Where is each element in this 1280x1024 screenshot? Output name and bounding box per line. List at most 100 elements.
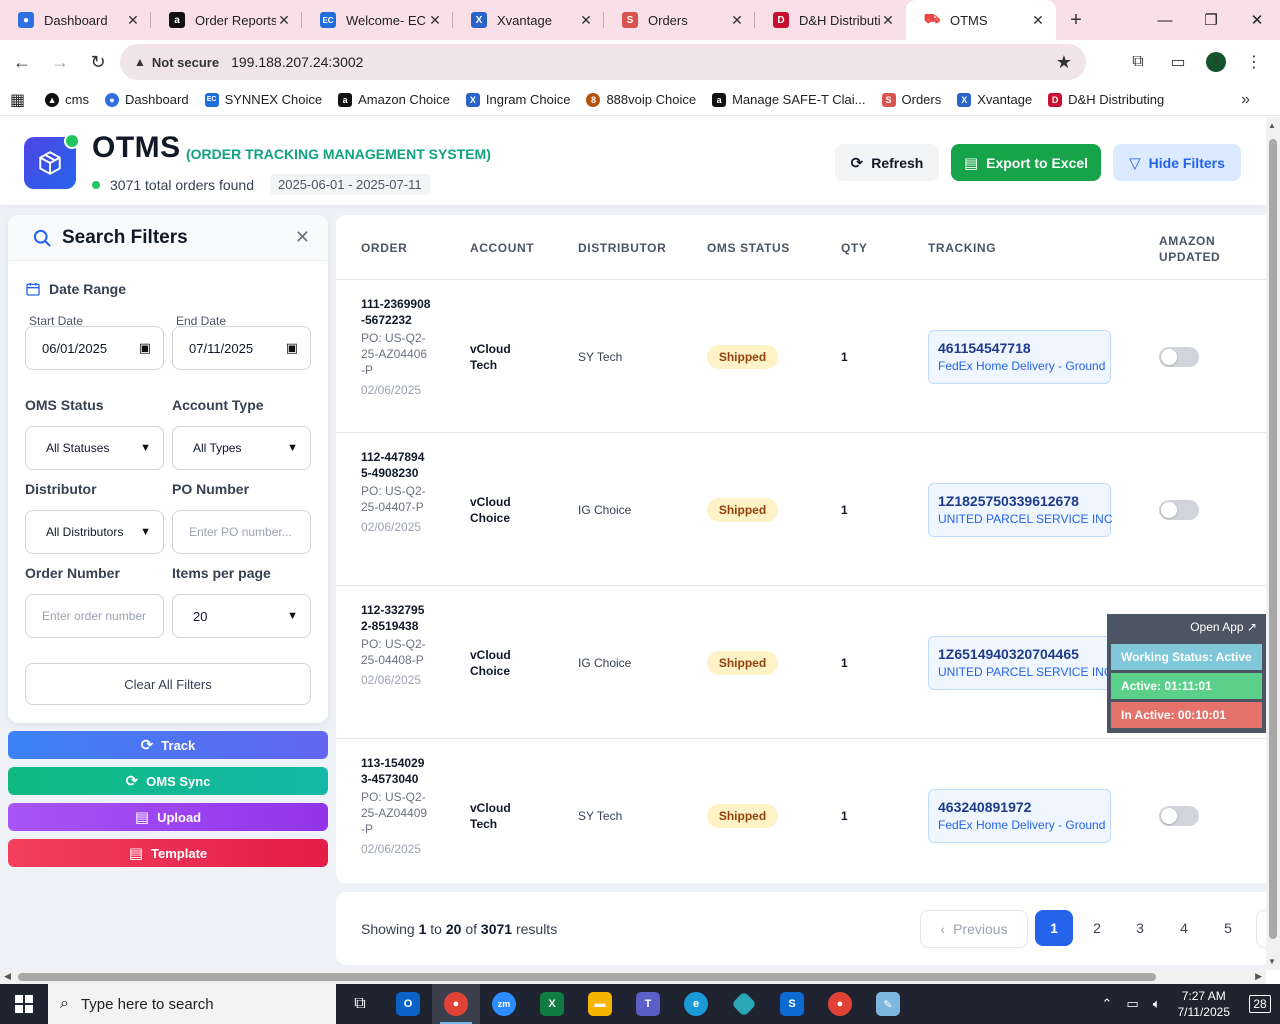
order-number[interactable]: 111-2369908-5672232 <box>361 296 431 328</box>
previous-page-button[interactable]: ‹ Previous <box>920 910 1028 948</box>
po-number-input[interactable]: Enter PO number... <box>172 510 311 554</box>
oms-status-select[interactable]: All Statuses ▼ <box>25 426 164 470</box>
apps-grid-icon[interactable]: ▦ <box>10 90 25 110</box>
app-s-icon[interactable]: S <box>768 984 816 1024</box>
hide-filters-button[interactable]: ▽ Hide Filters <box>1113 144 1241 181</box>
teams-icon[interactable]: T <box>624 984 672 1024</box>
close-icon[interactable]: ✕ <box>427 12 443 29</box>
calendar-picker-icon[interactable]: ▣ <box>286 340 298 356</box>
task-view-icon[interactable]: ⧉ <box>336 984 384 1024</box>
bookmarks-overflow-icon[interactable]: » <box>1241 91 1250 109</box>
tracking-card[interactable]: 1Z1825750339612678 UNITED PARCEL SERVICE… <box>928 483 1112 537</box>
tracking-card[interactable]: 463240891972 FedEx Home Delivery - Groun… <box>928 789 1111 843</box>
restore-icon[interactable]: ❐ <box>1188 0 1234 40</box>
table-row[interactable]: 112-4478945-4908230 PO: US-Q2-25-04407-P… <box>336 433 1266 586</box>
scroll-right-icon[interactable]: ▶ <box>1255 971 1262 982</box>
bookmark-star-icon[interactable]: ★ <box>1056 52 1072 73</box>
order-number-input[interactable]: Enter order number <box>25 594 164 638</box>
media-icon[interactable]: ▭ <box>1158 44 1198 80</box>
col-tracking[interactable]: TRACKING <box>928 241 996 255</box>
outlook-icon[interactable]: O <box>384 984 432 1024</box>
page-2-button[interactable]: 2 <box>1078 910 1116 946</box>
template-button[interactable]: ▤ Template <box>8 839 328 867</box>
file-explorer-icon[interactable]: ▬ <box>576 984 624 1024</box>
col-amazon-updated[interactable]: AMAZON UPDATED <box>1159 233 1220 265</box>
page-4-button[interactable]: 4 <box>1165 910 1203 946</box>
scroll-thumb[interactable] <box>1269 139 1277 939</box>
calendar-picker-icon[interactable]: ▣ <box>139 340 151 356</box>
vertical-scrollbar[interactable]: ▲ ▼ <box>1266 117 1280 970</box>
app-pen-icon[interactable]: ✎ <box>864 984 912 1024</box>
close-icon[interactable]: ✕ <box>125 12 141 29</box>
tracking-number[interactable]: 1Z1825750339612678 <box>938 493 1110 509</box>
tracking-card[interactable]: 1Z6514940320704465 UNITED PARCEL SERVICE… <box>928 636 1112 690</box>
chrome-profile-icon[interactable]: ● <box>816 984 864 1024</box>
tracking-card[interactable]: 461154547718 FedEx Home Delivery - Groun… <box>928 330 1111 384</box>
col-qty[interactable]: QTY <box>841 241 867 255</box>
zoom-icon[interactable]: zm <box>480 984 528 1024</box>
bookmark-amazon[interactable]: a Amazon Choice <box>338 92 450 107</box>
amazon-updated-toggle[interactable] <box>1159 500 1199 520</box>
close-icon[interactable]: ✕ <box>729 12 745 29</box>
page-3-button[interactable]: 3 <box>1121 910 1159 946</box>
new-tab-button[interactable]: + <box>1056 0 1096 40</box>
oms-sync-button[interactable]: ⟳ OMS Sync <box>8 767 328 795</box>
tracking-number[interactable]: 1Z6514940320704465 <box>938 646 1110 662</box>
volume-icon[interactable]: 🔈︎ <box>1153 996 1161 1012</box>
edge-icon[interactable]: e <box>672 984 720 1024</box>
close-window-icon[interactable]: ✕ <box>1234 0 1280 40</box>
end-date-input[interactable]: 07/11/2025 ▣ <box>172 326 311 370</box>
network-icon[interactable]: ▭ <box>1126 996 1138 1012</box>
bookmark-888voip[interactable]: 8 888voip Choice <box>586 92 696 107</box>
menu-kebab-icon[interactable]: ⋮ <box>1234 44 1274 80</box>
tracking-number[interactable]: 461154547718 <box>938 340 1110 356</box>
close-icon[interactable]: ✕ <box>578 12 594 29</box>
horizontal-scrollbar[interactable]: ◀ ▶ <box>0 970 1266 984</box>
scroll-left-icon[interactable]: ◀ <box>4 971 11 982</box>
tab-xvantage[interactable]: X Xvantage ✕ <box>453 0 604 40</box>
next-page-button[interactable] <box>1256 910 1266 948</box>
reload-icon[interactable]: ↻ <box>80 44 116 80</box>
bookmark-cms[interactable]: ▲ cms <box>45 92 89 107</box>
page-5-button[interactable]: 5 <box>1209 910 1247 946</box>
order-number[interactable]: 112-4478945-4908230 <box>361 449 431 481</box>
system-clock[interactable]: 7:27 AM 7/11/2025 <box>1178 988 1231 1020</box>
bookmark-ingram[interactable]: X Ingram Choice <box>465 92 570 107</box>
back-icon[interactable]: ← <box>4 44 40 80</box>
page-1-button[interactable]: 1 <box>1035 910 1073 946</box>
profile-avatar[interactable]: f <box>1206 52 1226 72</box>
forward-icon[interactable]: → <box>42 44 78 80</box>
items-per-page-select[interactable]: 20 ▼ <box>172 594 311 638</box>
amazon-updated-toggle[interactable] <box>1159 347 1199 367</box>
scroll-down-icon[interactable]: ▼ <box>1268 957 1276 966</box>
track-button[interactable]: ⟳ Track <box>8 731 328 759</box>
tracking-number[interactable]: 463240891972 <box>938 799 1110 815</box>
col-distributor[interactable]: DISTRIBUTOR <box>578 241 666 255</box>
order-number[interactable]: 112-3327952-8519438 <box>361 602 431 634</box>
chrome-icon[interactable]: ● <box>432 984 480 1024</box>
tab-welcome-ece[interactable]: EC Welcome- ECE ✕ <box>302 0 453 40</box>
bookmark-orders[interactable]: S Orders <box>881 92 941 107</box>
extensions-icon[interactable]: ⧉ <box>1118 44 1158 80</box>
bookmark-dh[interactable]: D D&H Distributing <box>1048 92 1164 107</box>
bookmark-dashboard[interactable]: ● Dashboard <box>104 92 189 107</box>
security-indicator[interactable]: ▲ Not secure <box>134 55 231 70</box>
url-text[interactable]: 199.188.207.24:3002 <box>231 54 363 70</box>
col-account[interactable]: ACCOUNT <box>470 241 534 255</box>
order-number[interactable]: 113-1540293-4573040 <box>361 755 431 787</box>
tab-orders[interactable]: S Orders ✕ <box>604 0 755 40</box>
table-row[interactable]: 111-2369908-5672232 PO: US-Q2-25-AZ04406… <box>336 280 1266 433</box>
tab-dashboard[interactable]: ● Dashboard ✕ <box>0 0 151 40</box>
bookmark-synnex[interactable]: EC SYNNEX Choice <box>204 92 322 107</box>
scroll-up-icon[interactable]: ▲ <box>1268 121 1276 130</box>
notifications-icon[interactable]: 28 <box>1240 984 1280 1024</box>
open-app-link[interactable]: Open App ↗ <box>1190 620 1257 634</box>
app-diamond-icon[interactable] <box>720 984 768 1024</box>
refresh-button[interactable]: ⟳ Refresh <box>835 144 939 181</box>
upload-button[interactable]: ▤ Upload <box>8 803 328 831</box>
close-icon[interactable]: ✕ <box>1030 12 1046 29</box>
minimize-icon[interactable]: — <box>1142 0 1188 40</box>
start-date-input[interactable]: 06/01/2025 ▣ <box>25 326 164 370</box>
clear-all-filters-button[interactable]: Clear All Filters <box>25 663 311 705</box>
col-order[interactable]: ORDER <box>361 241 407 255</box>
